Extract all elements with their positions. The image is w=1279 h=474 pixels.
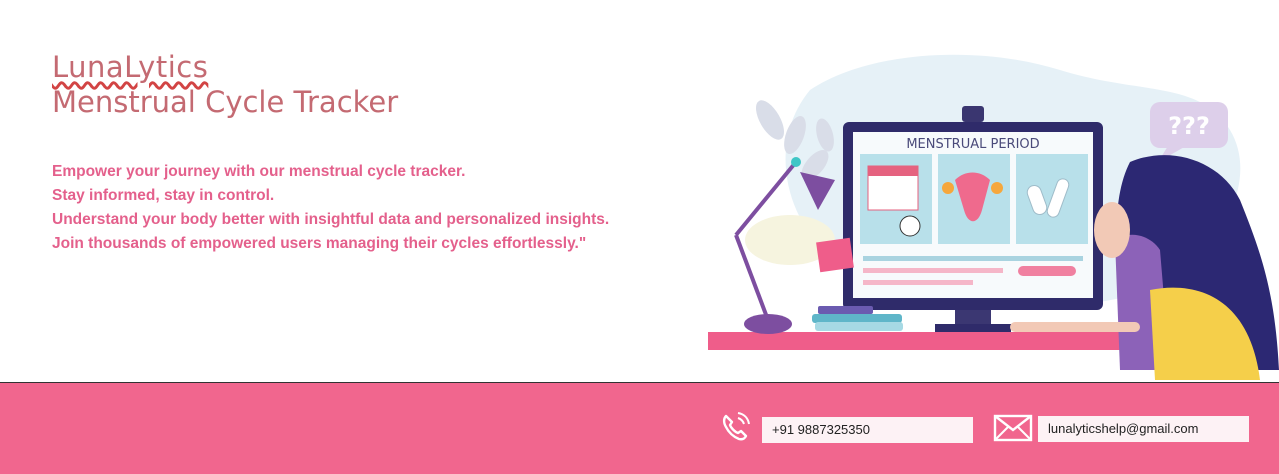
monitor: MENSTRUAL PERIOD — [843, 106, 1103, 332]
phone-field: +91 9887325350 — [762, 417, 973, 443]
hero-section: LunaLytics Menstrual Cycle Tracker Empow… — [0, 0, 1279, 382]
tagline: Empower your journey with our menstrual … — [52, 160, 609, 256]
brand-block: LunaLytics Menstrual Cycle Tracker — [52, 50, 398, 120]
tagline-line: Join thousands of empowered users managi… — [52, 235, 587, 252]
brand-subtitle: Menstrual Cycle Tracker — [52, 85, 399, 119]
phone-icon — [722, 412, 750, 441]
tagline-line: Stay informed, stay in control. — [52, 187, 275, 204]
tagline-line: Understand your body better with insight… — [52, 211, 610, 228]
email-field: lunalyticshelp@gmail.com — [1038, 416, 1249, 442]
speech-bubble-text: ??? — [1168, 112, 1210, 140]
mail-icon — [993, 414, 1033, 442]
hero-illustration: MENSTRUAL PERIOD ??? — [708, 54, 1279, 380]
brand-name: LunaLytics — [52, 50, 209, 84]
screen-title: MENSTRUAL PERIOD — [906, 137, 1039, 152]
tagline-line: Empower your journey with our menstrual … — [52, 163, 466, 180]
clock-icon — [899, 215, 921, 237]
